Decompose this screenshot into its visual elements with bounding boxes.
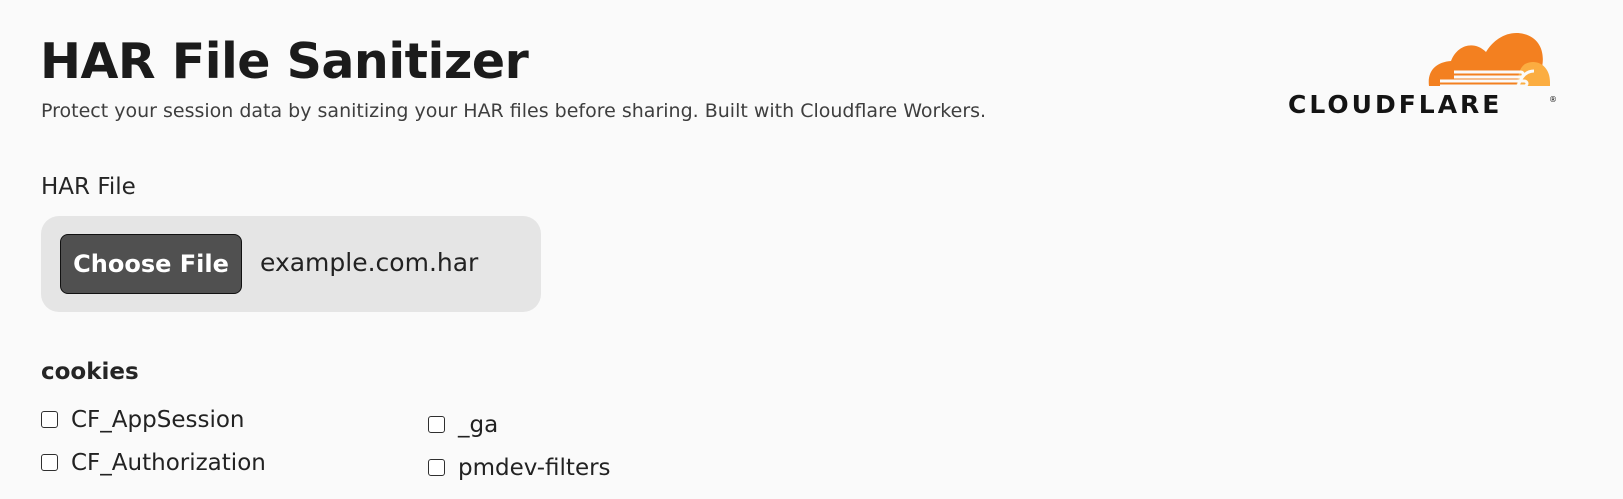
ga-label: _ga (458, 412, 499, 438)
cookie-option-pmdev-filters[interactable]: pmdev-filters (428, 452, 618, 484)
selected-file-name: example.com.har (260, 248, 479, 277)
page-title: HAR File Sanitizer (40, 33, 529, 90)
cf-authorization-checkbox[interactable] (41, 454, 58, 471)
registered-mark: ® (1549, 95, 1557, 104)
cloudflare-cloud-icon (1428, 33, 1550, 88)
pmdev-filters-checkbox[interactable] (428, 459, 445, 476)
cookie-option-cf-authorization[interactable]: CF_Authorization (41, 447, 291, 479)
cookie-option-ga[interactable]: _ga (428, 409, 518, 441)
cloudflare-wordmark: CLOUDFLARE (1288, 90, 1503, 119)
har-file-upload-area: Choose File example.com.har (41, 216, 541, 312)
pmdev-filters-label: pmdev-filters (458, 455, 611, 481)
cf-appsession-label: CF_AppSession (71, 407, 245, 433)
ga-checkbox[interactable] (428, 416, 445, 433)
cloudflare-logo: CLOUDFLARE ® (1288, 28, 1557, 122)
choose-file-button[interactable]: Choose File (60, 234, 242, 294)
cf-appsession-checkbox[interactable] (41, 411, 58, 428)
cf-authorization-label: CF_Authorization (71, 450, 266, 476)
cookie-option-cf-appsession[interactable]: CF_AppSession (41, 404, 261, 436)
har-file-label: HAR File (41, 174, 136, 200)
cookies-section-title: cookies (41, 359, 139, 385)
page: HAR File Sanitizer Protect your session … (0, 0, 1623, 499)
page-subtitle: Protect your session data by sanitizing … (41, 100, 987, 122)
